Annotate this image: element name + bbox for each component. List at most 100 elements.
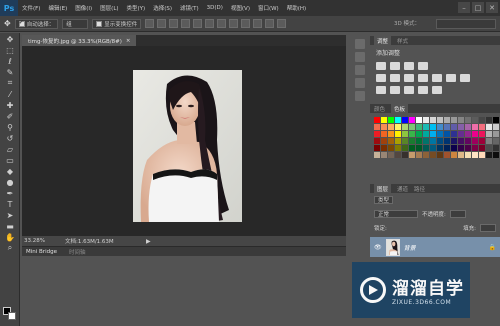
path-select-tool-icon[interactable]: ➤ <box>3 210 17 220</box>
color-swatch[interactable] <box>381 152 387 158</box>
gradient-map-icon[interactable] <box>432 86 442 94</box>
align-right-icon[interactable] <box>205 19 215 28</box>
align-bottom-icon[interactable] <box>169 19 179 28</box>
minimize-button[interactable]: – <box>458 2 470 13</box>
color-swatch[interactable] <box>437 138 443 144</box>
color-swatch[interactable] <box>465 145 471 151</box>
stamp-tool-icon[interactable]: ⚲ <box>3 122 17 132</box>
status-menu-arrow-icon[interactable]: ▶ <box>146 238 151 245</box>
color-swatch[interactable] <box>409 138 415 144</box>
exposure-icon[interactable] <box>418 62 428 70</box>
hue-saturation-icon[interactable] <box>390 74 400 82</box>
posterize-icon[interactable] <box>390 86 400 94</box>
color-swatch[interactable] <box>486 138 492 144</box>
eye-icon[interactable]: 👁 <box>374 244 382 251</box>
tab-color[interactable]: 颜色 <box>374 105 385 113</box>
color-swatch[interactable] <box>486 152 492 158</box>
menu-help[interactable]: 帮助(H) <box>283 4 310 12</box>
document-tab[interactable]: timg-恢复的.jpg @ 33.3%(RGB/8#) × <box>22 35 137 46</box>
tab-mini-bridge[interactable]: Mini Bridge <box>26 249 57 255</box>
color-swatch[interactable] <box>486 145 492 151</box>
color-swatch[interactable] <box>479 117 485 123</box>
curves-icon[interactable] <box>404 62 414 70</box>
eraser-tool-icon[interactable]: ▱ <box>3 144 17 154</box>
color-swatch[interactable] <box>416 152 422 158</box>
color-swatch[interactable] <box>395 138 401 144</box>
tab-paths[interactable]: 路径 <box>414 185 425 193</box>
gradient-tool-icon[interactable]: ▭ <box>3 155 17 165</box>
color-swatch[interactable] <box>374 131 380 137</box>
color-swatch[interactable] <box>444 117 450 123</box>
color-swatch[interactable] <box>402 124 408 130</box>
color-swatch[interactable] <box>423 145 429 151</box>
color-swatch[interactable] <box>381 138 387 144</box>
fill-field[interactable] <box>480 224 496 232</box>
eyedropper-tool-icon[interactable]: ⁄ <box>3 89 17 99</box>
move-tool-icon[interactable]: ✥ <box>4 19 11 28</box>
color-swatch[interactable] <box>479 138 485 144</box>
distribute-left-icon[interactable] <box>253 19 263 28</box>
color-swatch[interactable] <box>430 131 436 137</box>
layer-kind-dropdown[interactable]: 类型 <box>374 196 394 204</box>
color-swatch[interactable] <box>409 124 415 130</box>
color-swatch[interactable] <box>472 117 478 123</box>
menu-3d[interactable]: 3D(D) <box>203 5 227 11</box>
color-swatch[interactable] <box>465 117 471 123</box>
color-swatch[interactable] <box>493 152 499 158</box>
move-tool-icon[interactable]: ✥ <box>3 34 17 44</box>
color-swatch[interactable] <box>388 145 394 151</box>
properties-panel-icon[interactable] <box>355 65 365 75</box>
dodge-tool-icon[interactable]: ● <box>3 177 17 187</box>
type-tool-icon[interactable]: T <box>3 199 17 209</box>
distribute-top-icon[interactable] <box>217 19 227 28</box>
color-swatch[interactable] <box>402 152 408 158</box>
color-swatch[interactable] <box>381 117 387 123</box>
color-swatch[interactable] <box>472 131 478 137</box>
color-swatch[interactable] <box>409 145 415 151</box>
color-swatch[interactable] <box>430 138 436 144</box>
color-swatch[interactable] <box>437 131 443 137</box>
actions-panel-icon[interactable] <box>355 52 365 62</box>
color-swatch[interactable] <box>444 124 450 130</box>
color-swatch[interactable] <box>402 145 408 151</box>
menu-window[interactable]: 窗口(W) <box>254 4 283 12</box>
zoom-level[interactable]: 33.28% <box>24 238 45 244</box>
workspace-dropdown[interactable] <box>436 19 496 29</box>
auto-select-dropdown[interactable]: 组 <box>62 18 89 29</box>
threshold-icon[interactable] <box>404 86 414 94</box>
shape-tool-icon[interactable]: ▬ <box>3 221 17 231</box>
color-swatch[interactable] <box>493 117 499 123</box>
zoom-tool-icon[interactable]: ⌕ <box>3 243 17 253</box>
color-swatch[interactable] <box>458 124 464 130</box>
channel-mixer-icon[interactable] <box>446 74 456 82</box>
lasso-tool-icon[interactable]: ℓ <box>3 56 17 66</box>
color-swatch[interactable] <box>465 131 471 137</box>
color-swatch[interactable] <box>416 138 422 144</box>
tab-layers[interactable]: 图层 <box>374 184 392 193</box>
color-swatch[interactable] <box>416 131 422 137</box>
distribute-hcenter-icon[interactable] <box>265 19 275 28</box>
distribute-vcenter-icon[interactable] <box>229 19 239 28</box>
color-swatch[interactable] <box>458 117 464 123</box>
menu-select[interactable]: 选择(S) <box>149 4 176 12</box>
color-swatch[interactable] <box>458 152 464 158</box>
selective-color-icon[interactable] <box>418 86 428 94</box>
color-swatch[interactable] <box>458 131 464 137</box>
color-swatch[interactable] <box>451 138 457 144</box>
color-swatch[interactable] <box>423 124 429 130</box>
color-swatch[interactable] <box>479 145 485 151</box>
color-swatch[interactable] <box>374 152 380 158</box>
color-swatch[interactable] <box>493 145 499 151</box>
color-swatch[interactable] <box>479 131 485 137</box>
history-brush-tool-icon[interactable]: ↺ <box>3 133 17 143</box>
color-swatch[interactable] <box>416 124 422 130</box>
color-swatch[interactable] <box>388 117 394 123</box>
distribute-right-icon[interactable] <box>277 19 287 28</box>
color-swatch[interactable] <box>423 152 429 158</box>
color-swatch[interactable] <box>395 152 401 158</box>
menu-filter[interactable]: 滤镜(T) <box>176 4 203 12</box>
color-swatch[interactable] <box>381 131 387 137</box>
color-swatch[interactable] <box>416 117 422 123</box>
color-swatch[interactable] <box>430 145 436 151</box>
color-swatch[interactable] <box>381 145 387 151</box>
